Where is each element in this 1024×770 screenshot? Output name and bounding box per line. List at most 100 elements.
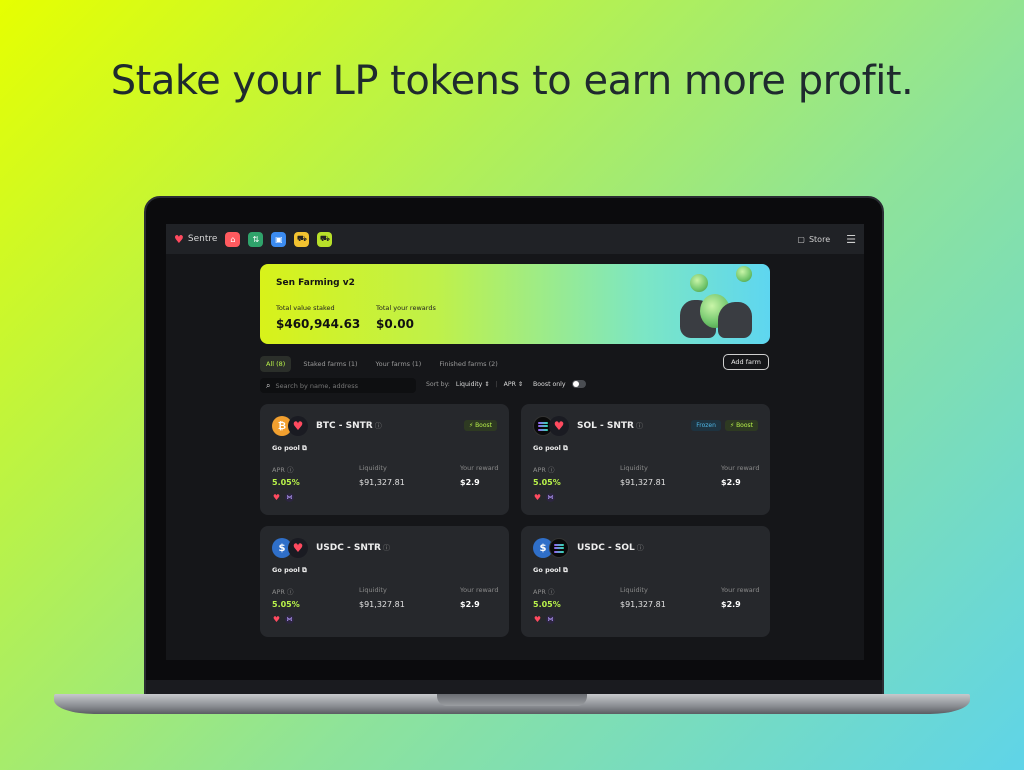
info-icon: ⓘ <box>374 422 382 430</box>
reward-value: $2.9 <box>721 600 741 609</box>
sort-controls: Sort by: Liquidity ⇕ | APR ⇕ Boost only <box>426 380 586 388</box>
lp-token-icon: ⋈ <box>285 493 294 502</box>
brand-name: Sentre <box>187 234 218 244</box>
lp-token-icon: ⋈ <box>546 493 555 502</box>
swap-icon[interactable]: ⇅ <box>248 231 264 247</box>
home-icon[interactable]: ⌂ <box>225 231 241 247</box>
sntr-icon: ♥ <box>272 493 281 502</box>
farm-card-usdc-sol[interactable]: $ USDC - SOL ⓘ Go pool ⧉ APR ⓘ 5.05% Liqu… <box>521 526 770 637</box>
go-pool-link[interactable]: Go pool ⧉ <box>533 566 568 575</box>
bag-icon: ▢ <box>797 234 805 244</box>
liquidity-label: Liquidity <box>620 464 648 472</box>
sntr-icon: ♥ <box>549 416 569 436</box>
reward-label: Your reward <box>721 586 760 594</box>
tvl-value: $460,944.63 <box>276 317 361 331</box>
search-box: ⌕ <box>260 378 416 393</box>
tractor-icon[interactable]: ⛟ <box>317 231 333 247</box>
laptop-bezel: ♥ Sentre ⌂ ⇅ ▣ ⛟ ⛟ ▢ Store ☰ Sen Farming… <box>144 196 884 694</box>
add-farm-button[interactable]: Add farm <box>723 354 769 370</box>
liquidity-value: $91,327.81 <box>359 478 405 487</box>
rock-illustration <box>718 302 752 338</box>
apr-value: 5.05% <box>533 478 561 487</box>
hamburger-menu-icon[interactable]: ☰ <box>846 233 856 246</box>
token-pair-icons: ♥ <box>533 416 569 436</box>
apr-value: 5.05% <box>272 478 300 487</box>
liquidity-label: Liquidity <box>359 464 387 472</box>
pair-name: BTC - SNTR ⓘ <box>316 421 382 431</box>
laptop-chin <box>146 680 882 694</box>
boost-only-label: Boost only <box>533 380 566 388</box>
liquidity-value: $91,327.81 <box>620 478 666 487</box>
token-pair-icons: $ ♥ <box>272 538 308 558</box>
sol-icon <box>549 538 569 558</box>
go-pool-link[interactable]: Go pool ⧉ <box>272 444 307 453</box>
reward-value: $2.9 <box>460 478 480 487</box>
reward-value: $2.9 <box>460 600 480 609</box>
banner-title: Sen Farming v2 <box>276 278 355 288</box>
reward-token-icons: ♥ ⋈ <box>272 493 294 502</box>
token-pair-icons: ₿ ♥ <box>272 416 308 436</box>
tab-your-farms[interactable]: Your farms (1) <box>370 356 428 372</box>
reward-label: Your reward <box>460 464 499 472</box>
info-icon: ⓘ <box>635 422 643 430</box>
store-label: Store <box>808 234 831 244</box>
farming-banner: Sen Farming v2 Total value staked $460,9… <box>260 264 770 344</box>
reward-token-icons: ♥ ⋈ <box>533 493 555 502</box>
pair-name: USDC - SNTR ⓘ <box>316 543 390 553</box>
liquidity-value: $91,327.81 <box>359 600 405 609</box>
reward-token-icons: ♥ ⋈ <box>533 615 555 624</box>
liquidity-label: Liquidity <box>359 586 387 594</box>
reward-token-icons: ♥ ⋈ <box>272 615 294 624</box>
tab-all[interactable]: All (8) <box>260 356 292 372</box>
sort-label: Sort by: <box>426 380 450 388</box>
coin-illustration <box>736 266 752 282</box>
store-button[interactable]: ▢ Store <box>797 235 830 244</box>
farm-card-usdc-sntr[interactable]: $ ♥ USDC - SNTR ⓘ Go pool ⧉ APR ⓘ 5.05% L… <box>260 526 509 637</box>
go-pool-link[interactable]: Go pool ⧉ <box>533 444 568 453</box>
apr-label: APR ⓘ <box>533 588 555 596</box>
token-pair-icons: $ <box>533 538 569 558</box>
brand-logo[interactable]: ♥ Sentre <box>174 233 217 246</box>
tab-staked-farms[interactable]: Staked farms (1) <box>297 356 363 372</box>
lp-token-icon: ⋈ <box>285 615 294 624</box>
reward-label: Your reward <box>721 464 760 472</box>
farm-tabs: All (8) Staked farms (1) Your farms (1) … <box>260 356 504 372</box>
boost-badge: ⚡ Boost <box>463 420 497 431</box>
apr-value: 5.05% <box>533 600 561 609</box>
boost-only-toggle[interactable] <box>571 380 586 388</box>
liquidity-label: Liquidity <box>620 586 648 594</box>
apr-label: APR ⓘ <box>533 466 555 474</box>
lp-token-icon: ⋈ <box>546 615 555 624</box>
page-headline: Stake your LP tokens to earn more profit… <box>110 58 914 104</box>
info-icon: ⓘ <box>636 544 644 552</box>
rewards-value: $0.00 <box>376 317 414 331</box>
pair-name: USDC - SOL ⓘ <box>577 543 644 553</box>
reward-value: $2.9 <box>721 478 741 487</box>
sntr-icon: ♥ <box>288 538 308 558</box>
info-icon: ⓘ <box>382 544 390 552</box>
pair-name: SOL - SNTR ⓘ <box>577 421 643 431</box>
go-pool-link[interactable]: Go pool ⧉ <box>272 566 307 575</box>
tab-finished-farms[interactable]: Finished farms (2) <box>433 356 504 372</box>
tractor-icon[interactable]: ⛟ <box>294 231 310 247</box>
apr-label: APR ⓘ <box>272 588 294 596</box>
search-icon: ⌕ <box>266 380 271 390</box>
farm-card-sol-sntr[interactable]: ♥ SOL - SNTR ⓘ Go pool ⧉ Frozen ⚡ Boost A… <box>521 404 770 515</box>
laptop-notch <box>437 694 587 706</box>
apr-value: 5.05% <box>272 600 300 609</box>
rewards-label: Total your rewards <box>376 304 436 312</box>
app-header: ♥ Sentre ⌂ ⇅ ▣ ⛟ ⛟ ▢ Store ☰ <box>166 224 864 254</box>
search-input[interactable] <box>275 381 406 390</box>
coin-illustration <box>690 274 708 292</box>
tvl-label: Total value staked <box>276 304 335 312</box>
sntr-icon: ♥ <box>288 416 308 436</box>
sort-liquidity-select[interactable]: Liquidity ⇕ <box>456 381 490 388</box>
sntr-icon: ♥ <box>533 615 542 624</box>
frozen-badge: Frozen <box>691 420 721 431</box>
apr-label: APR ⓘ <box>272 466 294 474</box>
boost-badge: ⚡ Boost <box>724 420 758 431</box>
reward-label: Your reward <box>460 586 499 594</box>
farm-card-btc-sntr[interactable]: ₿ ♥ BTC - SNTR ⓘ Go pool ⧉ ⚡ Boost APR ⓘ … <box>260 404 509 515</box>
sort-apr-select[interactable]: APR ⇕ <box>504 381 523 388</box>
wallet-icon[interactable]: ▣ <box>271 231 287 247</box>
